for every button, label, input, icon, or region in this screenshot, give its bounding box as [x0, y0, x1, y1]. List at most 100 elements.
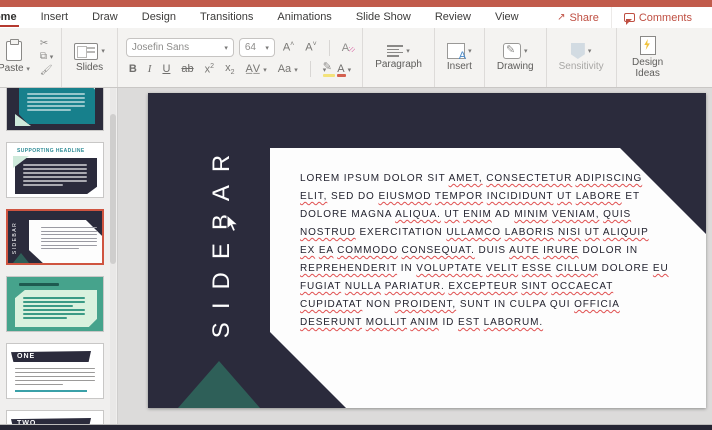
tab-slide-show[interactable]: Slide Show: [344, 8, 423, 27]
superscript-button[interactable]: x2: [202, 63, 217, 76]
thumb-text-line: [41, 231, 97, 232]
font-color-button[interactable]: A ▾: [334, 63, 354, 75]
chevron-down-icon: ▾: [263, 67, 267, 74]
strikethrough-button[interactable]: ab: [178, 63, 196, 75]
design-ideas-group: Design Ideas: [617, 28, 679, 87]
navy-banner: ONE: [11, 351, 91, 362]
thumb-title-bar: [19, 283, 59, 286]
slide-thumbnail-1[interactable]: [6, 88, 104, 131]
thumb-text-line: [41, 245, 97, 246]
comments-button[interactable]: Comments: [611, 7, 712, 28]
thumb-text-line: [23, 172, 87, 174]
body-text-line: FUGIAT NULLA PARIATUR. EXCEPTEUR SINT OC…: [300, 278, 669, 296]
slide-canvas[interactable]: SIDEBAR LOREM IPSUM DOLOR SIT AMET, CONS…: [148, 93, 706, 408]
body-text-line: DESERUNT MOLLIT ANIM ID EST LABORUM.: [300, 314, 669, 332]
share-button[interactable]: ↗ Share: [545, 7, 611, 28]
chevron-down-icon: ▾: [468, 47, 472, 55]
decrease-font-button[interactable]: A˅: [302, 41, 319, 54]
paste-button[interactable]: Paste ▾: [0, 39, 34, 77]
font-name-select[interactable]: Josefin Sans ▾: [126, 38, 234, 57]
paste-clipboard-icon: [6, 41, 22, 61]
slides-group: ▾ Slides: [62, 28, 118, 87]
italic-button[interactable]: I: [145, 63, 155, 75]
tab-draw[interactable]: Draw: [80, 8, 130, 27]
thumb-text-line: [23, 301, 85, 303]
thumb-text-line: [23, 309, 85, 311]
increase-font-button[interactable]: A˄: [280, 41, 297, 54]
divider: [310, 61, 311, 77]
paste-label: Paste: [0, 63, 24, 74]
new-slide-button[interactable]: ▾ Slides: [70, 41, 109, 75]
thumb-text-line: [23, 180, 87, 182]
chevron-down-icon: ▾: [588, 47, 592, 55]
window-titlebar: [0, 0, 712, 7]
change-case-button[interactable]: Aa ▾: [275, 63, 301, 75]
comments-label: Comments: [639, 12, 692, 24]
thumb-text-line: [27, 105, 85, 107]
insert-label: Insert: [447, 61, 472, 72]
tab-transitions[interactable]: Transitions: [188, 8, 265, 27]
thumb-text-line: [41, 241, 97, 242]
clear-formatting-button[interactable]: A: [339, 42, 352, 54]
slide-layout-icon: [74, 43, 98, 60]
highlight-color-button[interactable]: ▾: [320, 63, 330, 75]
slide-thumbnail-2[interactable]: SUPPORTING HEADLINE: [6, 142, 104, 198]
body-text-line: ELIT, SED DO EIUSMOD TEMPOR INCIDIDUNT U…: [300, 188, 669, 206]
slide-thumbnail-4[interactable]: [6, 276, 104, 332]
font-name-value: Josefin Sans: [132, 42, 189, 53]
body-text-line: NOSTRUD EXERCITATION ULLAMCO LABORIS NIS…: [300, 224, 669, 242]
bold-button[interactable]: B: [126, 63, 140, 75]
tab-design[interactable]: Design: [130, 8, 188, 27]
text-box-icon: [447, 43, 465, 59]
slide-vertical-title[interactable]: SIDEBAR: [207, 140, 237, 340]
design-ideas-label: Design Ideas: [629, 57, 667, 79]
thumb-text-line: [27, 109, 71, 111]
paragraph-button[interactable]: ▾ Paragraph: [371, 43, 426, 72]
thumb-text-line: [27, 101, 85, 103]
underline-button[interactable]: U: [159, 63, 173, 75]
thumb-text-line: [41, 248, 79, 249]
share-label: Share: [569, 12, 598, 24]
font-size-select[interactable]: 64 ▾: [239, 38, 275, 57]
slide-thumbnail-3-selected[interactable]: SIDEBAR: [6, 209, 104, 265]
share-icon: ↗: [557, 12, 565, 23]
teal-triangle-shape[interactable]: [178, 361, 260, 408]
ribbon: Paste ▾ ✂ ⧉ ▾ 🖌 ▾ Slides Josefin: [0, 28, 712, 88]
body-text-line: DOLORE MAGNA ALIQUA. UT ENIM AD MINIM VE…: [300, 206, 669, 224]
design-ideas-lightning-icon: [640, 36, 656, 55]
sensitivity-button[interactable]: ▾ Sensitivity: [555, 41, 608, 74]
chevron-down-icon: ▾: [50, 54, 54, 61]
chevron-down-icon: ▾: [26, 66, 30, 73]
tab-review[interactable]: Review: [423, 8, 483, 27]
thumb-sidebar-title: SIDEBAR: [12, 218, 18, 258]
menubar-right: ↗ Share Comments: [545, 7, 712, 28]
design-ideas-button[interactable]: Design Ideas: [625, 34, 671, 81]
powerpoint-window: HomeInsertDrawDesignTransitionsAnimation…: [0, 0, 712, 430]
thumb-text-line: [23, 184, 63, 186]
insert-group: ▾ Insert: [435, 28, 485, 87]
tab-animations[interactable]: Animations: [265, 8, 343, 27]
slide-body-text[interactable]: LOREM IPSUM DOLOR SIT AMET, CONSECTETUR …: [300, 170, 669, 332]
copy-button[interactable]: ⧉ ▾: [40, 51, 53, 64]
cut-button[interactable]: ✂: [40, 38, 53, 50]
slides-label: Slides: [76, 62, 103, 73]
thumb-text-line: [23, 305, 73, 307]
thumb-text-line: [23, 313, 85, 315]
ribbon-tabs: HomeInsertDrawDesignTransitionsAnimation…: [0, 8, 531, 27]
drawing-button[interactable]: ▾ Drawing: [493, 41, 538, 74]
tab-insert[interactable]: Insert: [29, 8, 81, 27]
tab-home[interactable]: Home: [0, 8, 29, 27]
insert-button[interactable]: ▾ Insert: [443, 41, 476, 74]
thumb-text-line: [23, 176, 87, 178]
teal-divider-line: [15, 390, 87, 392]
thumb-headline: SUPPORTING HEADLINE: [17, 148, 85, 154]
subscript-button[interactable]: x2: [222, 62, 237, 76]
thumb-banner-label: ONE: [17, 353, 35, 360]
thumb-text-line: [41, 238, 97, 239]
thumbnail-scrollbar-thumb[interactable]: [110, 114, 116, 264]
mouse-cursor: [226, 215, 239, 233]
tab-view[interactable]: View: [483, 8, 531, 27]
format-painter-button[interactable]: 🖌: [40, 65, 53, 77]
slide-thumbnail-5[interactable]: ONE: [6, 343, 104, 399]
character-spacing-button[interactable]: A̲V̲ ▾: [242, 63, 269, 75]
